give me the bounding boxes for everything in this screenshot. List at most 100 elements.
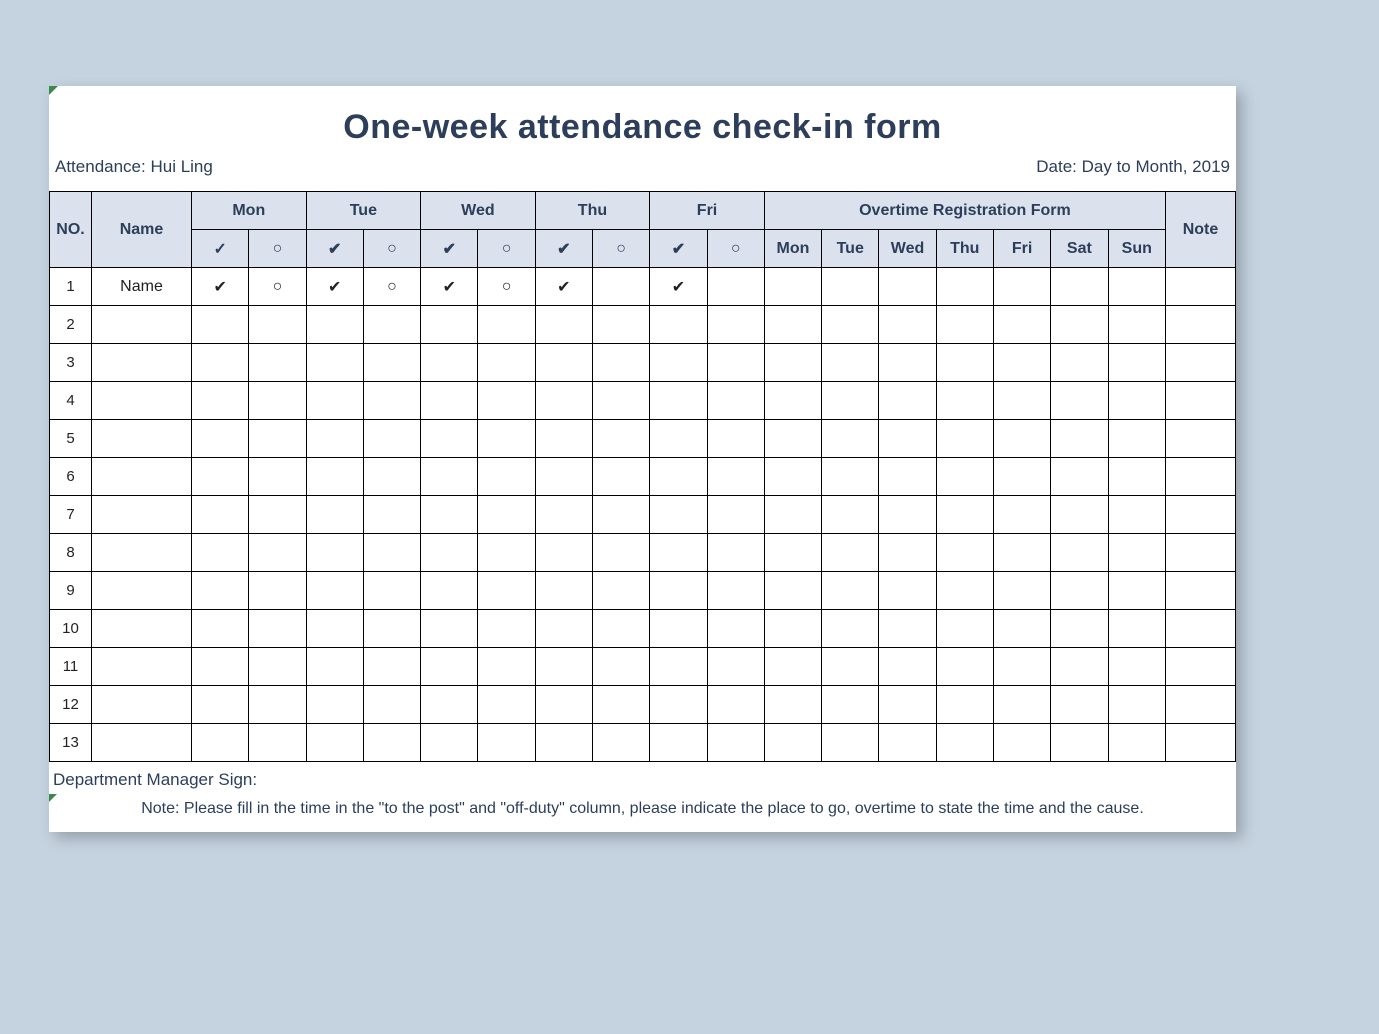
cell-name[interactable] [92, 610, 192, 648]
cell-overtime[interactable] [993, 268, 1050, 306]
cell-circle[interactable] [363, 686, 420, 724]
cell-check[interactable] [306, 306, 363, 344]
cell-circle[interactable] [592, 382, 649, 420]
cell-circle[interactable] [592, 306, 649, 344]
cell-overtime[interactable] [822, 534, 879, 572]
cell-check[interactable] [650, 458, 707, 496]
cell-check[interactable] [421, 496, 478, 534]
cell-name[interactable] [92, 382, 192, 420]
cell-circle[interactable] [707, 496, 764, 534]
cell-overtime[interactable] [822, 686, 879, 724]
cell-circle[interactable] [363, 382, 420, 420]
cell-overtime[interactable] [1108, 724, 1166, 762]
cell-check[interactable] [421, 420, 478, 458]
cell-overtime[interactable] [993, 572, 1050, 610]
cell-circle[interactable]: ○ [363, 268, 420, 306]
cell-circle[interactable] [249, 306, 306, 344]
cell-overtime[interactable] [879, 420, 936, 458]
cell-no[interactable]: 11 [50, 648, 92, 686]
cell-name[interactable] [92, 458, 192, 496]
cell-overtime[interactable] [993, 344, 1050, 382]
cell-overtime[interactable] [764, 382, 821, 420]
cell-overtime[interactable] [822, 648, 879, 686]
cell-circle[interactable] [363, 648, 420, 686]
cell-overtime[interactable] [993, 534, 1050, 572]
cell-check[interactable] [650, 534, 707, 572]
cell-note[interactable] [1166, 724, 1236, 762]
cell-circle[interactable] [478, 496, 535, 534]
cell-check[interactable] [535, 496, 592, 534]
cell-check[interactable] [421, 724, 478, 762]
cell-circle[interactable] [592, 610, 649, 648]
cell-check[interactable] [535, 724, 592, 762]
cell-check[interactable]: ✔ [306, 268, 363, 306]
cell-circle[interactable] [707, 420, 764, 458]
cell-circle[interactable] [249, 610, 306, 648]
cell-circle[interactable] [707, 306, 764, 344]
cell-circle[interactable] [707, 686, 764, 724]
cell-circle[interactable]: ○ [249, 268, 306, 306]
cell-overtime[interactable] [1108, 572, 1166, 610]
cell-no[interactable]: 12 [50, 686, 92, 724]
cell-overtime[interactable] [993, 610, 1050, 648]
cell-circle[interactable] [363, 306, 420, 344]
cell-overtime[interactable] [1051, 572, 1108, 610]
cell-check[interactable] [535, 648, 592, 686]
cell-overtime[interactable] [936, 724, 993, 762]
cell-note[interactable] [1166, 382, 1236, 420]
cell-circle[interactable] [478, 648, 535, 686]
cell-no[interactable]: 13 [50, 724, 92, 762]
cell-overtime[interactable] [936, 686, 993, 724]
cell-note[interactable] [1166, 496, 1236, 534]
cell-circle[interactable] [707, 268, 764, 306]
cell-check[interactable] [306, 458, 363, 496]
cell-overtime[interactable] [993, 724, 1050, 762]
cell-circle[interactable] [363, 534, 420, 572]
cell-circle[interactable] [249, 534, 306, 572]
cell-overtime[interactable] [822, 306, 879, 344]
cell-check[interactable] [535, 572, 592, 610]
cell-overtime[interactable] [936, 382, 993, 420]
cell-overtime[interactable] [1108, 610, 1166, 648]
cell-check[interactable] [535, 686, 592, 724]
cell-overtime[interactable] [1108, 306, 1166, 344]
cell-overtime[interactable] [936, 534, 993, 572]
cell-overtime[interactable] [764, 572, 821, 610]
cell-circle[interactable] [478, 610, 535, 648]
cell-overtime[interactable] [822, 382, 879, 420]
cell-check[interactable] [650, 382, 707, 420]
cell-check[interactable] [192, 306, 249, 344]
cell-note[interactable] [1166, 534, 1236, 572]
cell-check[interactable] [192, 686, 249, 724]
cell-circle[interactable] [478, 306, 535, 344]
cell-check[interactable] [306, 610, 363, 648]
cell-overtime[interactable] [764, 724, 821, 762]
cell-circle[interactable] [592, 724, 649, 762]
cell-circle[interactable] [249, 344, 306, 382]
cell-circle[interactable] [592, 420, 649, 458]
cell-circle[interactable] [478, 344, 535, 382]
cell-overtime[interactable] [1108, 344, 1166, 382]
cell-overtime[interactable] [936, 420, 993, 458]
cell-overtime[interactable] [879, 268, 936, 306]
cell-check[interactable] [650, 610, 707, 648]
cell-check[interactable] [421, 610, 478, 648]
cell-overtime[interactable] [993, 382, 1050, 420]
cell-check[interactable] [421, 534, 478, 572]
cell-overtime[interactable] [1051, 268, 1108, 306]
cell-overtime[interactable] [822, 268, 879, 306]
cell-note[interactable] [1166, 572, 1236, 610]
cell-name[interactable] [92, 724, 192, 762]
cell-no[interactable]: 2 [50, 306, 92, 344]
cell-circle[interactable] [249, 458, 306, 496]
cell-check[interactable] [650, 496, 707, 534]
cell-overtime[interactable] [936, 268, 993, 306]
cell-circle[interactable] [592, 534, 649, 572]
cell-note[interactable] [1166, 648, 1236, 686]
cell-circle[interactable] [707, 648, 764, 686]
cell-overtime[interactable] [1051, 496, 1108, 534]
cell-check[interactable] [535, 306, 592, 344]
cell-check[interactable] [650, 686, 707, 724]
cell-circle[interactable] [478, 534, 535, 572]
cell-overtime[interactable] [1051, 382, 1108, 420]
